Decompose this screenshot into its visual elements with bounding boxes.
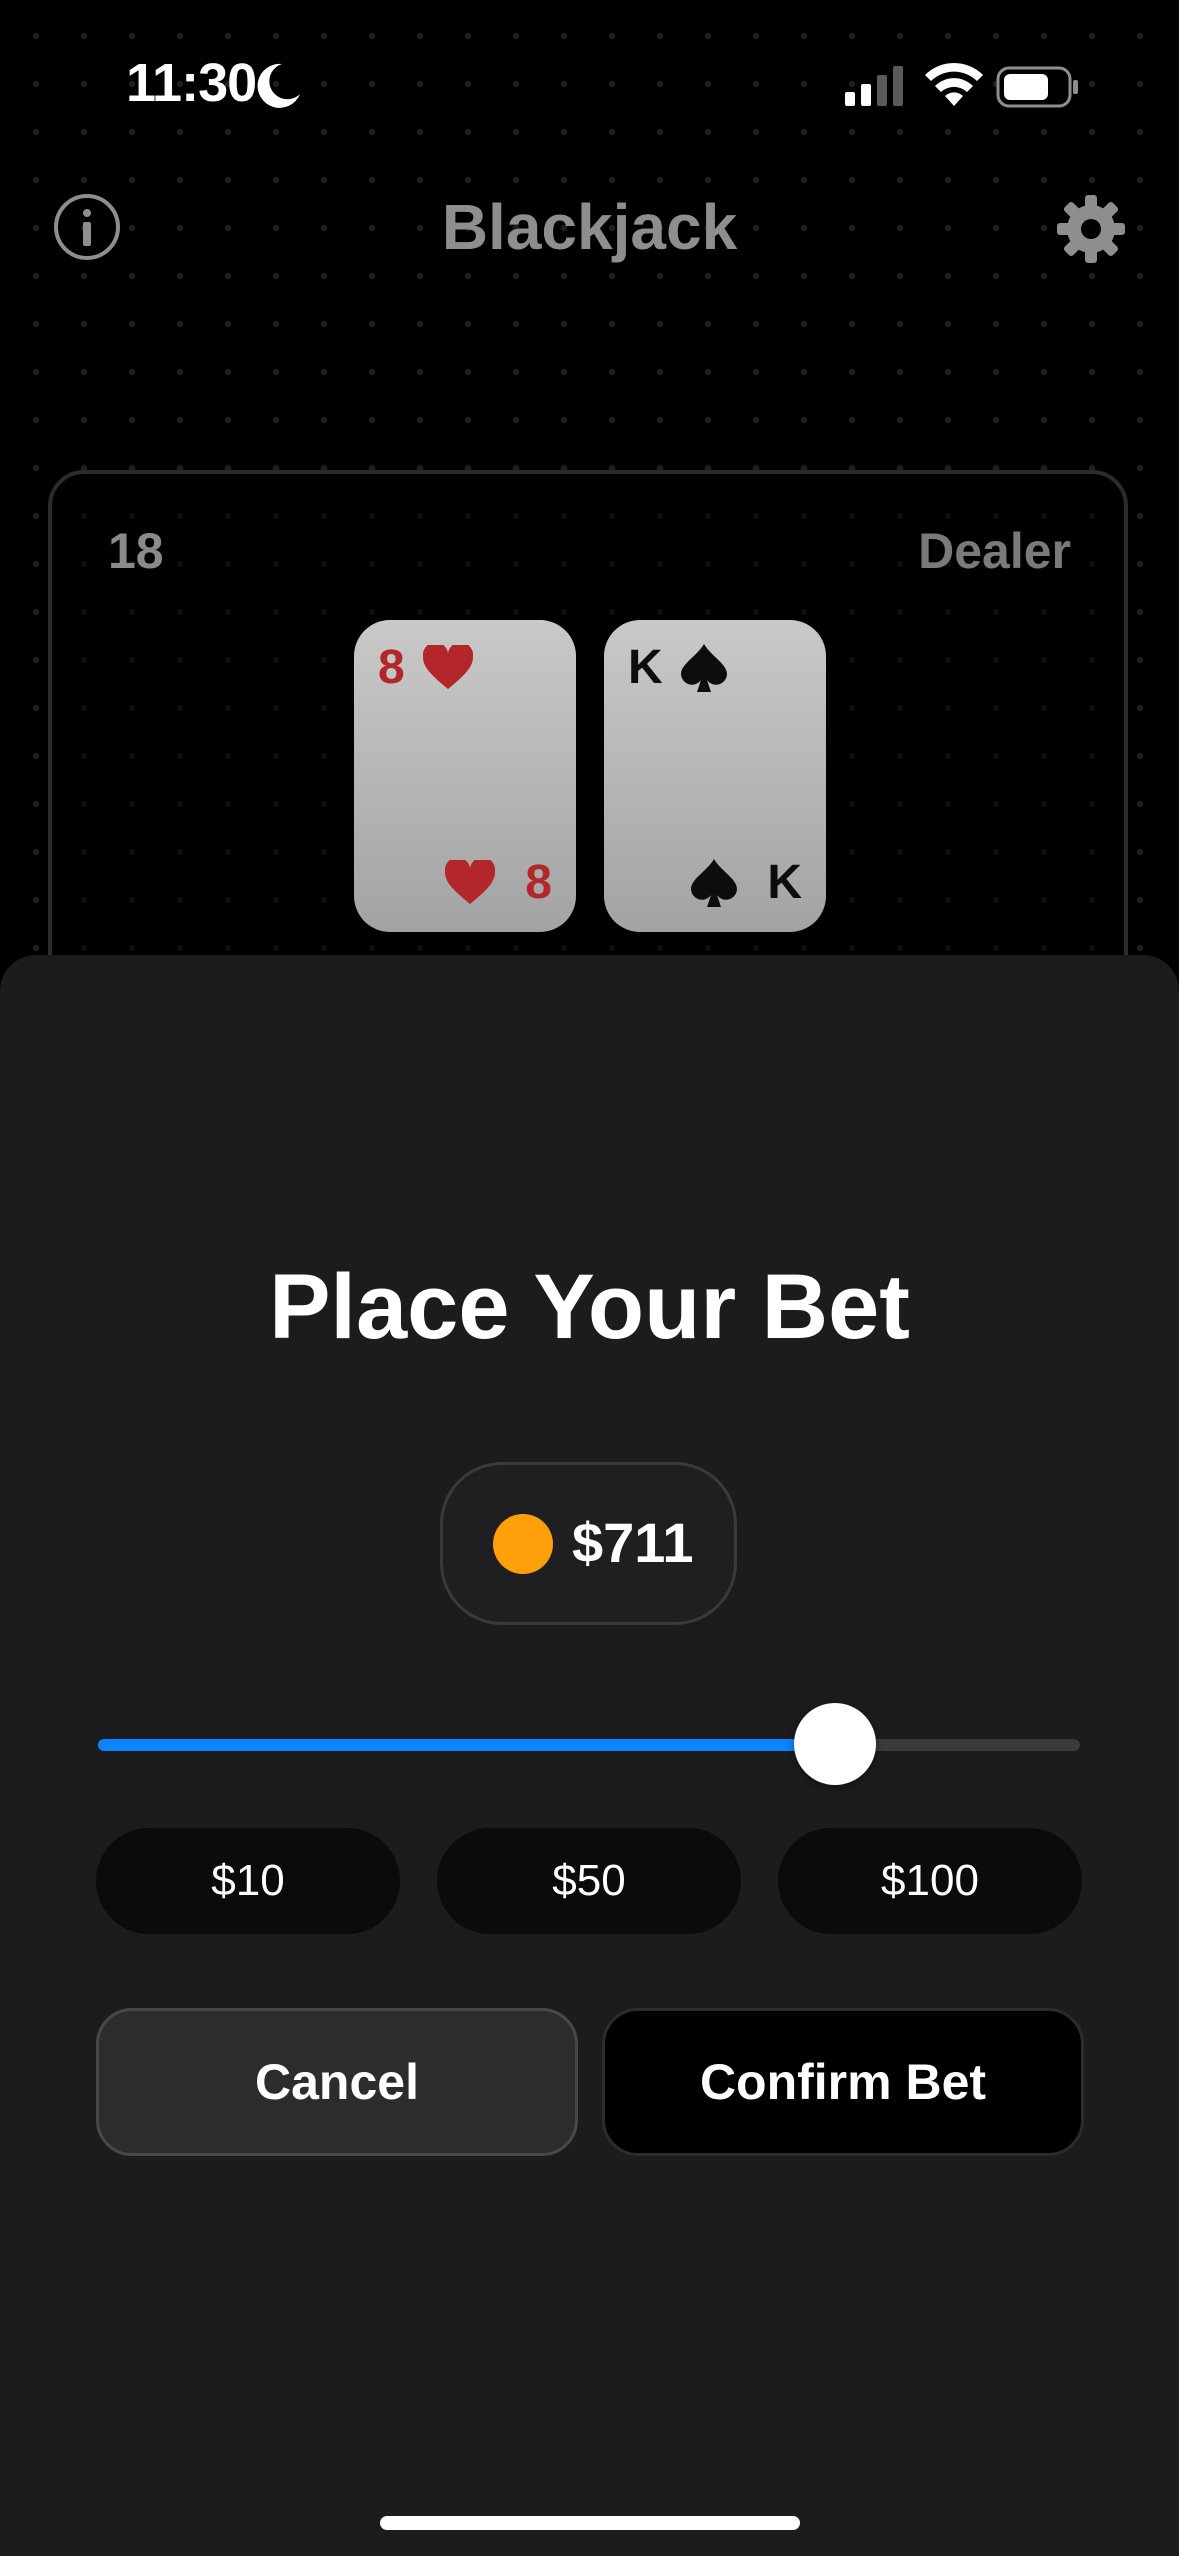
home-indicator	[380, 2516, 800, 2530]
signal-icon	[845, 66, 903, 106]
spade-icon	[680, 643, 727, 692]
card-rank: K	[628, 641, 663, 694]
dealer-label: Dealer	[918, 523, 1071, 579]
bet-sheet	[0, 955, 1179, 2556]
coin-icon	[493, 1514, 553, 1574]
bet-slider-thumb[interactable]	[793, 1703, 876, 1785]
status-time: 11:30	[126, 53, 257, 113]
bet-sheet-title: Place Your Bet	[269, 1256, 910, 1358]
card-rank: 8	[525, 856, 552, 909]
quick-bet-100-button[interactable]: $100	[778, 1828, 1082, 1934]
confirm-bet-button[interactable]: Confirm Bet	[602, 2008, 1084, 2156]
dealer-card-eight-hearts: 8 8	[354, 620, 576, 932]
heart-icon	[422, 644, 473, 689]
wifi-icon	[925, 62, 983, 106]
card-rank: 8	[378, 641, 405, 694]
dealer-score: 18	[108, 523, 164, 579]
bet-slider-fill	[98, 1739, 835, 1751]
balance-value: $711	[572, 1511, 694, 1574]
cancel-button[interactable]: Cancel	[96, 2008, 578, 2156]
moon-icon	[257, 63, 300, 108]
heart-icon	[445, 859, 496, 904]
spade-icon	[691, 858, 738, 907]
quick-bet-50-button[interactable]: $50	[437, 1828, 741, 1934]
dealer-card-king-spades: K K	[604, 620, 826, 932]
page-title: Blackjack	[441, 191, 738, 263]
battery-icon	[996, 66, 1078, 108]
gear-icon[interactable]	[1055, 193, 1127, 265]
quick-bet-10-button[interactable]: $10	[96, 1828, 400, 1934]
card-rank: K	[767, 856, 802, 909]
